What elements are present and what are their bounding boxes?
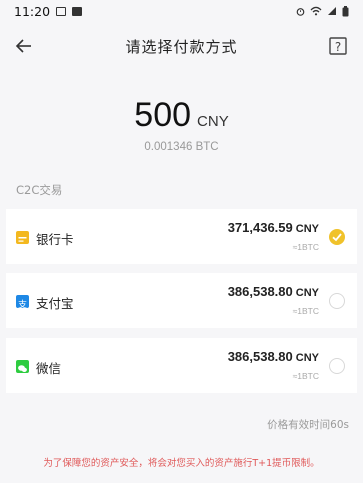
alarm-icon [296,7,305,16]
status-time: 11:20 [14,3,51,19]
nav-bar: 请选择付款方式 ? [0,28,363,64]
alipay-icon: 支 [16,295,29,311]
payment-method-price: 371,436.59 CNY [227,220,319,235]
help-button[interactable]: ? [327,35,349,57]
image-notification-icon [56,6,67,16]
section-label-c2c: C2C交易 [16,183,63,197]
battery-icon [342,5,349,16]
amount-line: 500 CNY [0,96,363,135]
app-notification-icon [72,6,83,16]
payment-method-name: 支付宝 [36,296,74,311]
page-title: 请选择付款方式 [125,37,238,56]
amount-btc-equivalent: 0.001346 BTC [144,141,219,153]
payment-method-bank-card[interactable]: 银行卡 371,436.59 CNY ≈1BTC [6,209,357,264]
payment-method-alipay[interactable]: 支 支付宝 386,538.80 CNY ≈1BTC [6,273,357,328]
arrow-left-icon [15,39,31,53]
question-mark-icon: ? [329,37,347,55]
security-notice: 为了保障您的资产安全，将会对您买入的资产施行T+1提币限制。 [43,458,320,469]
radio-unchecked-icon[interactable] [329,293,345,309]
svg-text:?: ? [335,40,341,54]
selected-check-icon[interactable] [329,229,345,245]
amount-block: 500 CNY 0.001346 BTC [0,96,363,153]
status-left: 11:20 [14,3,83,19]
bank-card-icon [16,231,29,244]
wifi-icon [310,6,322,16]
payment-method-price: 386,538.80 CNY [227,349,319,364]
wechat-icon [16,360,29,373]
signal-icon [328,7,336,15]
payment-method-rate-basis: ≈1BTC [292,371,319,381]
radio-unchecked-icon[interactable] [329,358,345,374]
payment-method-wechat[interactable]: 微信 386,538.80 CNY ≈1BTC [6,338,357,393]
amount-value: 500 [134,96,192,134]
back-button[interactable] [10,32,38,60]
payment-method-name: 微信 [36,361,62,376]
status-bar: 11:20 [0,0,363,22]
payment-method-rate-basis: ≈1BTC [292,306,319,316]
amount-unit: CNY [197,113,229,130]
svg-text:支: 支 [18,299,27,311]
price-validity-text: 价格有效时间60s [267,419,349,431]
status-right [296,5,349,17]
payment-method-price: 386,538.80 CNY [227,284,319,299]
payment-method-name: 银行卡 [36,232,74,247]
payment-method-rate-basis: ≈1BTC [292,242,319,252]
